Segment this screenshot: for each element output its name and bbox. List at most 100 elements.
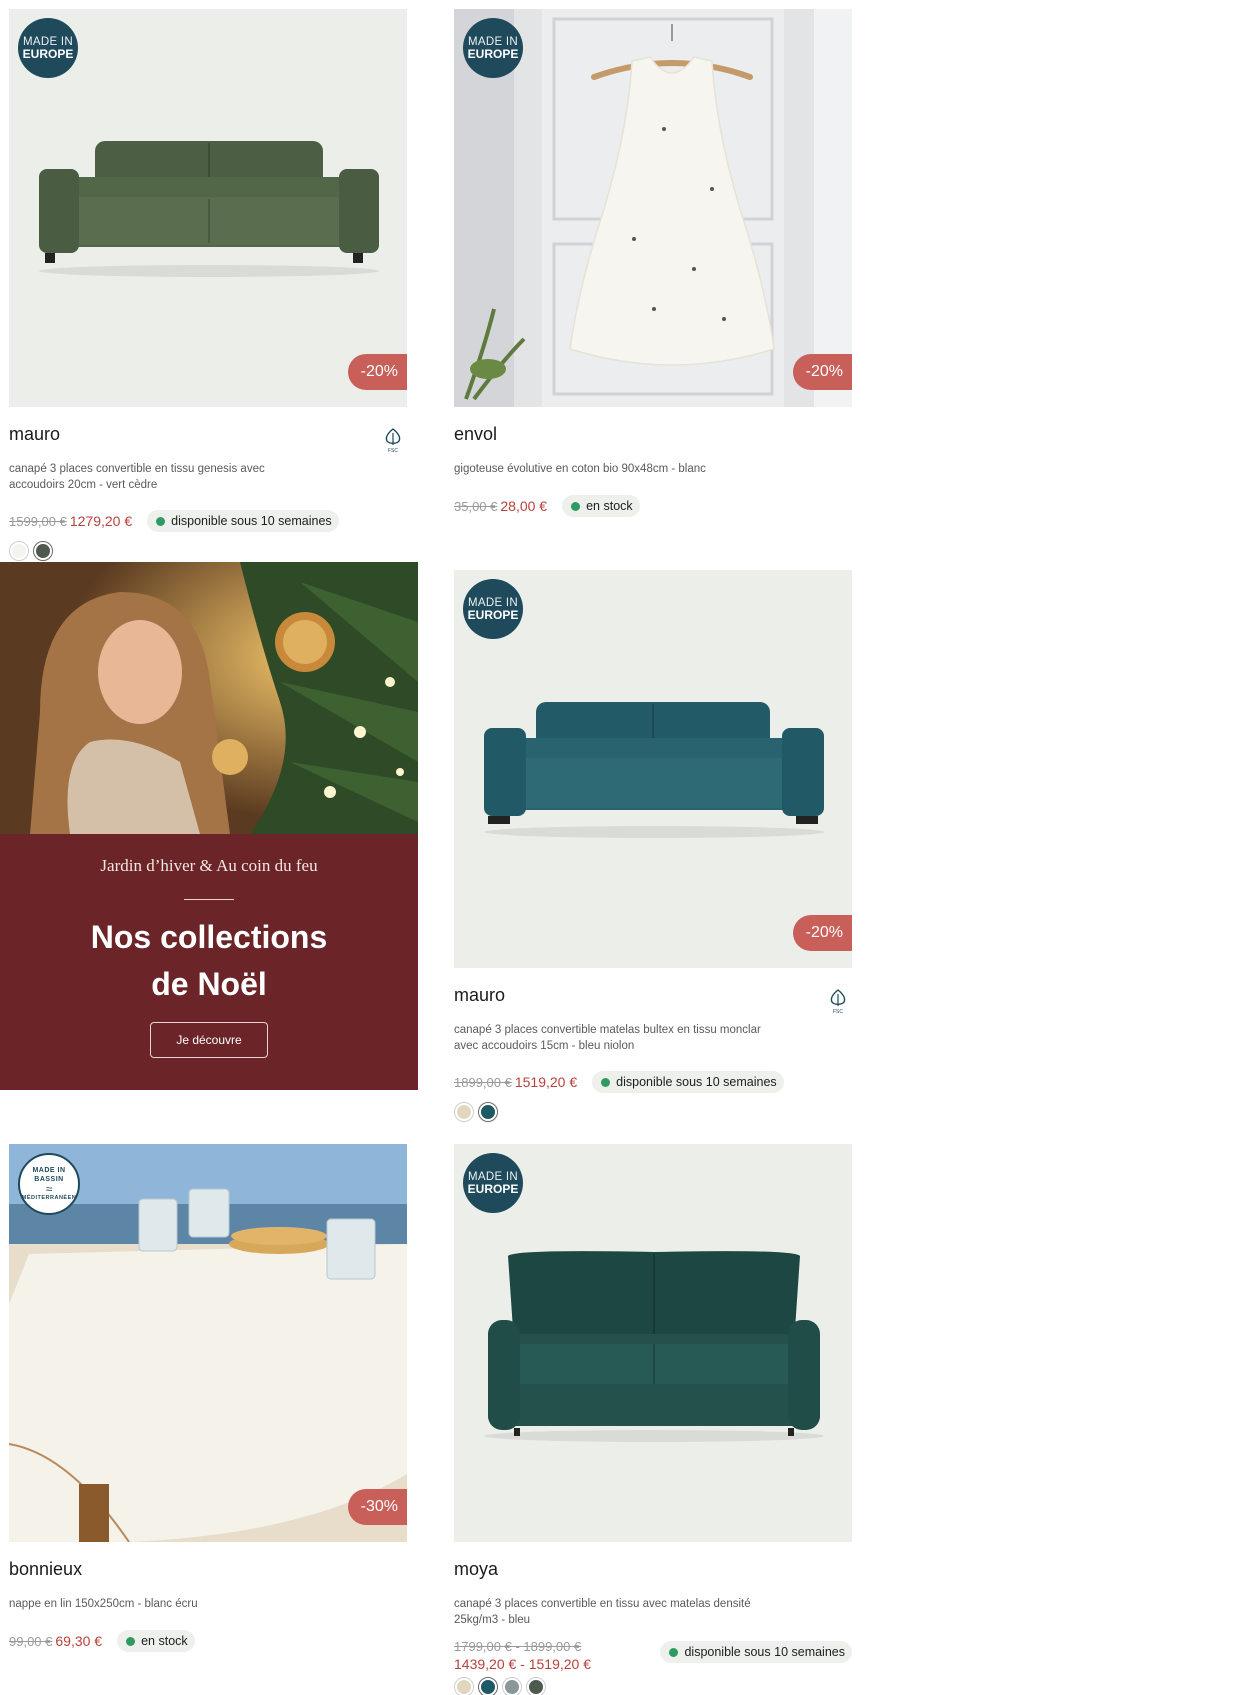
availability-badge: disponible sous 10 semaines (660, 1641, 852, 1663)
price-row: 1899,00 € 1519,20 € disponible sous 10 s… (454, 1071, 784, 1093)
made-in-europe-badge: MADE IN EUROPE (463, 18, 523, 78)
availability-label: disponible sous 10 semaines (616, 1075, 777, 1089)
new-price: 1279,20 € (69, 513, 133, 529)
old-price: 99,00 € (9, 1633, 53, 1649)
price-row: 99,00 € 69,30 € en stock (9, 1630, 195, 1652)
product-description: canapé 3 places convertible en tissu ave… (454, 1598, 751, 1626)
svg-text:FSC: FSC (388, 448, 398, 453)
made-in-europe-badge: MADE IN EUROPE (18, 18, 78, 78)
product-description: canapé 3 places convertible en tissu gen… (9, 463, 265, 491)
promo-title: Nos collections de Noël (0, 914, 418, 1008)
badge-line: MADE IN (32, 1166, 66, 1174)
price-range: 1799,00 € - 1899,00 € 1439,20 € - 1519,2… (454, 1638, 591, 1673)
old-price: 1799,00 € - 1899,00 € (454, 1639, 582, 1654)
swatch-color (36, 544, 50, 558)
price-row: 1599,00 € 1279,20 € disponible sous 10 s… (9, 510, 339, 532)
fsc-icon: FSC (385, 428, 401, 453)
color-swatch[interactable] (454, 1102, 474, 1122)
availability-label: disponible sous 10 semaines (684, 1645, 845, 1659)
made-in-europe-badge: MADE IN EUROPE (463, 579, 523, 639)
promo-divider (184, 899, 234, 900)
availability-badge: disponible sous 10 semaines (147, 510, 339, 532)
badge-line: EUROPE (22, 46, 74, 61)
product-name[interactable]: moya (454, 1559, 498, 1580)
availability-label: disponible sous 10 semaines (171, 514, 332, 528)
new-price: 69,30 € (55, 1633, 103, 1649)
svg-text:FSC: FSC (833, 1009, 843, 1014)
price-row: 35,00 € 28,00 € en stock (454, 495, 640, 517)
old-price: 35,00 € (454, 498, 498, 514)
color-swatches (454, 1102, 498, 1122)
badge-line: EUROPE (467, 46, 519, 61)
badge-line: EUROPE (467, 1181, 519, 1196)
product-description: canapé 3 places convertible matelas bult… (454, 1024, 761, 1052)
product-image[interactable]: MADE IN EUROPE -20% (9, 9, 407, 407)
discount-badge: -20% (792, 915, 852, 951)
product-card[interactable]: MADE IN EUROPE moya canapé 3 places conv… (454, 1144, 852, 1695)
swatch-color (457, 1680, 471, 1694)
availability-badge: en stock (117, 1630, 195, 1652)
discover-button[interactable]: Je découvre (150, 1022, 268, 1058)
badge-line: MADE IN (22, 35, 74, 48)
product-image[interactable]: MADE IN EUROPE -20% (454, 570, 852, 968)
swatch-color (457, 1105, 471, 1119)
stock-dot-icon (669, 1647, 679, 1657)
availability-badge: en stock (562, 495, 640, 517)
stock-dot-icon (126, 1636, 136, 1646)
discount-badge: -20% (347, 354, 407, 390)
color-swatch[interactable] (454, 1677, 474, 1695)
availability-badge: disponible sous 10 semaines (592, 1071, 784, 1093)
swatch-color (12, 544, 26, 558)
discount-badge: -20% (792, 354, 852, 390)
swatch-color (481, 1680, 495, 1694)
badge-line: MÉDITERRANÉEN (21, 1194, 77, 1201)
discount-badge: -30% (347, 1489, 407, 1525)
product-image[interactable]: MADE IN EUROPE -20% (454, 9, 852, 407)
made-in-europe-badge: MADE IN EUROPE (463, 1153, 523, 1213)
color-swatches (454, 1677, 546, 1695)
old-price: 1899,00 € (454, 1074, 512, 1090)
fsc-icon: FSC (830, 989, 846, 1014)
promo-title-line: Nos collections (90, 919, 328, 955)
promo-content: Jardin d’hiver & Au coin du feu Nos coll… (0, 834, 418, 1090)
product-card[interactable]: MADE IN EUROPE -20% mauro FSC canapé 3 p… (9, 9, 407, 561)
stock-dot-icon (601, 1077, 611, 1087)
swatch-color (481, 1105, 495, 1119)
promo-photo (0, 562, 418, 834)
product-card[interactable]: MADE IN EUROPE -20% envol gigoteuse évol… (454, 9, 852, 517)
made-in-mediterranean-badge: MADE IN BASSIN ≈ MÉDITERRANÉEN (18, 1153, 80, 1215)
color-swatch[interactable] (9, 541, 29, 561)
christmas-girl-image (0, 562, 418, 834)
badge-line: MADE IN (467, 35, 519, 48)
color-swatches (9, 541, 53, 561)
product-card[interactable]: MADE IN BASSIN ≈ MÉDITERRANÉEN -30% bonn… (9, 1144, 407, 1652)
availability-label: en stock (586, 499, 633, 513)
waves-icon: ≈ (45, 1181, 53, 1196)
product-image[interactable]: MADE IN BASSIN ≈ MÉDITERRANÉEN -30% (9, 1144, 407, 1542)
badge-line: MADE IN (467, 1170, 519, 1183)
new-price: 1519,20 € (514, 1074, 578, 1090)
product-name[interactable]: mauro (454, 985, 505, 1006)
product-description: nappe en lin 150x250cm - blanc écru (9, 1598, 198, 1610)
product-image[interactable]: MADE IN EUROPE (454, 1144, 852, 1542)
availability-label: en stock (141, 1634, 188, 1648)
new-price: 28,00 € (500, 498, 548, 514)
product-name[interactable]: bonnieux (9, 1559, 82, 1580)
product-name[interactable]: mauro (9, 424, 60, 445)
badge-line: EUROPE (467, 607, 519, 622)
christmas-promo-banner[interactable]: Jardin d’hiver & Au coin du feu Nos coll… (0, 562, 418, 1090)
color-swatch-selected[interactable] (33, 541, 53, 561)
color-swatch[interactable] (502, 1677, 522, 1695)
swatch-color (505, 1680, 519, 1694)
promo-subtitle: Jardin d’hiver & Au coin du feu (100, 856, 318, 875)
color-swatch-selected[interactable] (478, 1677, 498, 1695)
color-swatch-selected[interactable] (478, 1102, 498, 1122)
product-card[interactable]: MADE IN EUROPE -20% mauro FSC canapé 3 p… (454, 570, 852, 1122)
promo-title-line: de Noël (151, 966, 267, 1002)
badge-line: MADE IN (467, 596, 519, 609)
swatch-color (529, 1680, 543, 1694)
color-swatch[interactable] (526, 1677, 546, 1695)
product-description: gigoteuse évolutive en coton bio 90x48cm… (454, 463, 706, 475)
stock-dot-icon (156, 516, 166, 526)
product-name[interactable]: envol (454, 424, 497, 445)
